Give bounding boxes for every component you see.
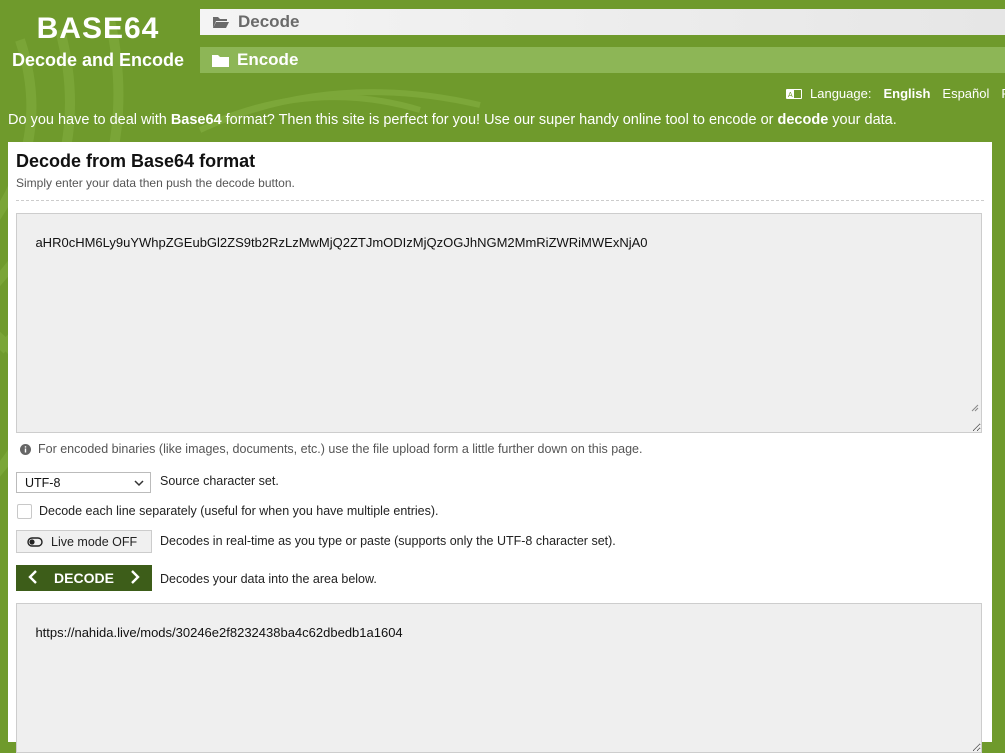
logo-subtitle: Decode and Encode [11,50,185,70]
charset-value: UTF-8 [25,475,61,490]
language-icon: A [786,88,802,99]
language-selector: A Language: English Español Po [786,86,1005,101]
chevron-right-icon [130,569,140,587]
folder-icon [212,54,229,67]
chevron-down-icon [134,477,144,491]
base64-input-textarea[interactable]: aHR0cHM6Ly9uYWhpZGEubGl2ZS9tb2RzLzMwMjQ2… [16,213,982,433]
info-icon [20,443,31,455]
language-english-link[interactable]: English [883,86,930,101]
nav-encode-tab[interactable]: Encode [200,47,1005,73]
language-espanol-link[interactable]: Español [942,86,989,101]
panel-title: Decode from Base64 format [16,151,256,171]
charset-label: Source character set. [160,474,279,488]
live-mode-description: Decodes in real-time as you type or past… [160,534,616,548]
nav-encode-label: Encode [237,50,299,69]
live-mode-toggle-button[interactable]: Live mode OFF [16,530,152,553]
decode-each-line-checkbox[interactable] [17,504,32,519]
nav-decode-label: Decode [238,12,300,31]
panel-subtitle: Simply enter your data then push the dec… [16,176,295,190]
folder-open-icon [212,15,230,29]
output-text: https://nahida.live/mods/30246e2f8232438… [35,625,403,640]
nav-decode-tab[interactable]: Decode [200,9,1005,35]
input-text: aHR0cHM6Ly9uYWhpZGEubGl2ZS9tb2RzLzMwMjQ2… [35,235,648,250]
divider [16,200,984,201]
decoded-output-textarea[interactable]: https://nahida.live/mods/30246e2f8232438… [16,603,982,753]
decode-description: Decodes your data into the area below. [160,572,377,586]
toggle-off-icon [27,536,43,547]
charset-select[interactable]: UTF-8 [16,472,151,493]
decode-button-label: DECODE [54,570,114,586]
site-logo[interactable]: BASE64 Decode and Encode [0,8,196,70]
svg-text:A: A [788,92,793,99]
decode-panel: Decode from Base64 format Simply enter y… [8,142,992,753]
file-upload-note: For encoded binaries (like images, docum… [20,442,643,456]
chevron-left-icon [28,569,38,587]
live-mode-label: Live mode OFF [51,534,138,549]
decode-each-line-label[interactable]: Decode each line separately (useful for … [39,504,439,518]
decode-button[interactable]: DECODE [16,565,152,591]
resize-grip-icon[interactable] [947,385,979,430]
language-label: Language: [810,86,872,101]
note-text: For encoded binaries (like images, docum… [38,442,643,456]
logo-title: BASE64 [36,12,160,45]
intro-text: Do you have to deal with Base64 format? … [8,112,897,128]
language-po-link[interactable]: Po [1001,86,1005,101]
